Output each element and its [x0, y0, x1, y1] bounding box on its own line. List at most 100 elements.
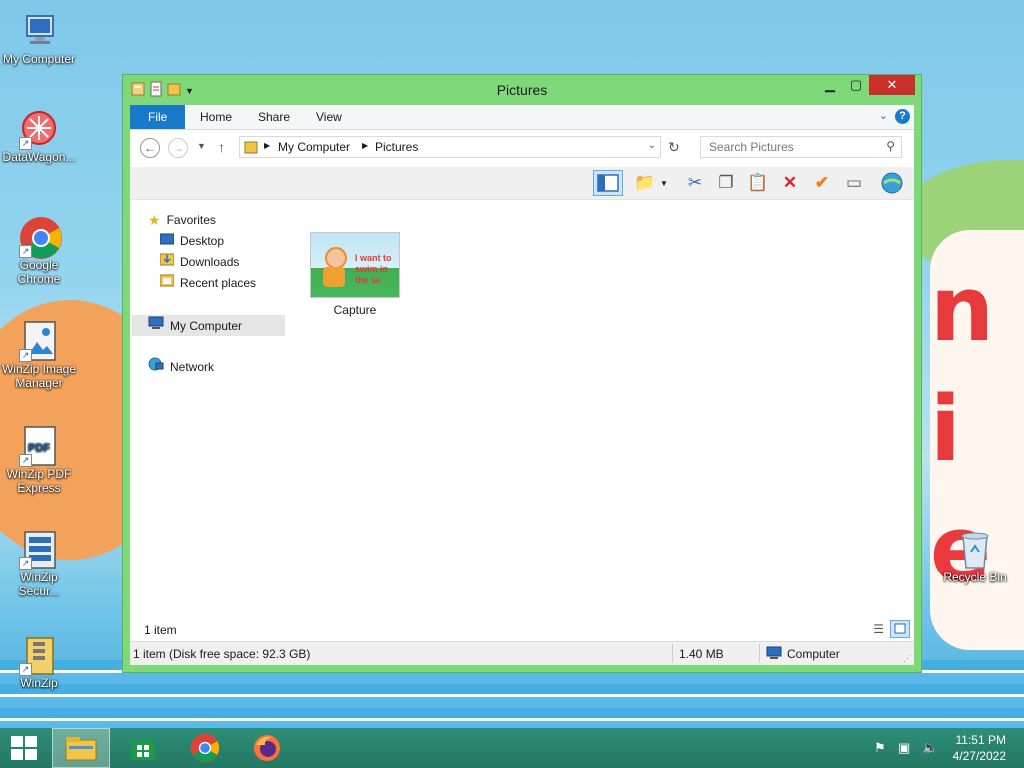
- desktop-icon-label: Google Chrome: [17, 258, 61, 286]
- file-list: I want to swim in the se Capture: [291, 200, 914, 620]
- taskbar: ⚑ ▣ 🔈 11:51 PM 4/27/2022: [0, 728, 1024, 768]
- tab-file[interactable]: File: [130, 105, 186, 129]
- desktop-icon-label: My Computer: [2, 52, 76, 66]
- clock[interactable]: 11:51 PM 4/27/2022: [953, 732, 1006, 764]
- tab-home[interactable]: Home: [186, 105, 246, 129]
- desktop-icon-label: WinZip PDF Express: [6, 467, 72, 495]
- maximize-button[interactable]: ▢: [843, 75, 869, 95]
- desktop-icon-datawagon[interactable]: ↗ DataWagon...: [0, 108, 78, 164]
- cut-icon[interactable]: ✂: [683, 171, 707, 195]
- nav-label: Desktop: [180, 234, 225, 248]
- volume-muted-icon[interactable]: 🔈: [922, 740, 938, 756]
- winzip-icon: ↗: [19, 634, 59, 676]
- breadcrumb-separator-icon: ▶: [362, 141, 369, 150]
- firefox-icon: [254, 735, 280, 761]
- recent-locations-icon[interactable]: ▼: [197, 141, 206, 151]
- breadcrumb-my-computer[interactable]: My Computer: [278, 140, 350, 154]
- globe-icon[interactable]: [880, 171, 904, 195]
- back-button[interactable]: ←: [140, 138, 160, 158]
- status-size: 1.40 MB: [679, 647, 724, 661]
- recycle-bin-icon: [955, 528, 995, 569]
- tab-share[interactable]: Share: [244, 105, 304, 129]
- taskbar-chrome[interactable]: [176, 728, 234, 768]
- window-controls: ▁ ▢ ✕: [817, 75, 915, 95]
- search-icon[interactable]: ⚲: [886, 139, 895, 153]
- help-icon[interactable]: ?: [895, 109, 910, 124]
- desktop-icon-winzip-pdf-express[interactable]: PDF ↗ WinZip PDF Express: [0, 425, 78, 495]
- desktop-icon-label: WinZip: [20, 676, 58, 690]
- delete-icon[interactable]: ✕: [778, 171, 802, 195]
- action-center-icon[interactable]: ⚑: [874, 740, 886, 756]
- desktop-icon-google-chrome[interactable]: ↗ Google Chrome: [0, 216, 78, 286]
- nav-my-computer[interactable]: My Computer: [132, 315, 285, 336]
- taskbar-firefox[interactable]: [238, 728, 296, 768]
- desktop-icon-my-computer[interactable]: My Computer: [0, 10, 78, 66]
- forward-button[interactable]: →: [168, 138, 188, 158]
- breadcrumb-pictures[interactable]: Pictures: [375, 140, 418, 154]
- store-icon: [131, 740, 155, 760]
- computer-icon: [766, 646, 782, 663]
- search-placeholder: Search Pictures: [709, 140, 794, 154]
- status-divider: [759, 644, 760, 662]
- paste-icon[interactable]: 📋: [746, 171, 770, 195]
- copy-icon[interactable]: ❐: [714, 171, 738, 195]
- window-title: Pictures: [496, 82, 548, 98]
- windows-logo-icon: [11, 736, 37, 760]
- thumbnail-character: [325, 247, 347, 269]
- chrome-icon: ↗: [19, 216, 62, 259]
- address-field[interactable]: ▶ My Computer ▶ Pictures ⌄: [239, 136, 661, 158]
- preview-pane-icon[interactable]: [593, 170, 623, 196]
- nav-label: Network: [170, 360, 215, 374]
- desktop-icon-label: DataWagon...: [2, 150, 76, 164]
- datawagon-icon: ↗: [19, 108, 59, 150]
- checkmark-icon[interactable]: ✔: [810, 171, 834, 195]
- nav-downloads[interactable]: Downloads: [159, 252, 240, 272]
- desktop-icon-winzip-secure[interactable]: ↗ WinZip Secur...: [0, 528, 78, 598]
- details-view-icon[interactable]: ☰: [873, 622, 884, 636]
- image-thumbnail: I want to swim in the se: [310, 232, 400, 298]
- downloads-icon: [159, 252, 175, 272]
- desktop-icon: [159, 231, 175, 251]
- ribbon-expand-icon[interactable]: ⌄: [879, 109, 888, 122]
- network-tray-icon[interactable]: ▣: [898, 740, 910, 756]
- address-dropdown-icon[interactable]: ⌄: [648, 140, 656, 151]
- select-folder-icon[interactable]: 📁: [633, 171, 657, 195]
- search-input[interactable]: Search Pictures ⚲: [700, 136, 902, 158]
- start-button[interactable]: [0, 728, 48, 768]
- nav-network[interactable]: Network: [148, 357, 214, 377]
- network-icon: [148, 357, 164, 377]
- up-arrow-icon[interactable]: ↑: [218, 139, 225, 155]
- taskbar-store[interactable]: [114, 728, 172, 768]
- shortcut-arrow-icon: ↗: [19, 349, 32, 362]
- taskbar-file-explorer[interactable]: [52, 728, 110, 768]
- svg-text:PDF: PDF: [28, 442, 50, 454]
- window-body: File Home Share View ⌄ ? ← → ▼ ↑ ▶ My Co…: [130, 105, 914, 665]
- resize-grip-icon[interactable]: ⋰: [903, 653, 912, 664]
- desktop-icon-label: WinZip Image Manager: [1, 362, 77, 390]
- clock-time: 11:51 PM: [955, 733, 1006, 747]
- nav-recent-places[interactable]: Recent places: [159, 273, 256, 293]
- recent-places-icon: [159, 273, 175, 293]
- status-details: 1 item (Disk free space: 92.3 GB): [133, 647, 311, 661]
- nav-label: Downloads: [180, 255, 240, 269]
- refresh-icon[interactable]: ↻: [668, 139, 680, 156]
- desktop-icon-winzip[interactable]: ↗ WinZip: [0, 634, 78, 690]
- rename-icon[interactable]: ▭: [842, 171, 866, 195]
- ribbon-tabs: File Home Share View ⌄ ?: [130, 105, 914, 130]
- select-dropdown-icon[interactable]: ▼: [660, 179, 668, 188]
- desktop-icon-recycle-bin[interactable]: Recycle Bin: [936, 528, 1014, 584]
- close-button[interactable]: ✕: [869, 75, 915, 95]
- file-explorer-icon: [65, 737, 97, 761]
- nav-label: Favorites: [166, 213, 216, 227]
- minimize-button[interactable]: ▁: [817, 75, 843, 95]
- window-titlebar[interactable]: ▼ Pictures ▁ ▢ ✕: [123, 75, 921, 105]
- tab-view[interactable]: View: [302, 105, 356, 129]
- desktop-icon-winzip-image-manager[interactable]: ↗ WinZip Image Manager: [0, 320, 78, 390]
- nav-favorites[interactable]: ★ Favorites: [148, 210, 216, 230]
- nav-desktop[interactable]: Desktop: [159, 231, 225, 251]
- winzip-image-icon: ↗: [19, 320, 59, 362]
- file-item-capture[interactable]: I want to swim in the se Capture: [309, 232, 401, 317]
- winzip-secure-icon: ↗: [19, 528, 59, 570]
- navigation-pane: ★ Favorites Desktop Downloads Recent pla…: [130, 200, 290, 620]
- large-icons-view-icon[interactable]: [890, 620, 910, 638]
